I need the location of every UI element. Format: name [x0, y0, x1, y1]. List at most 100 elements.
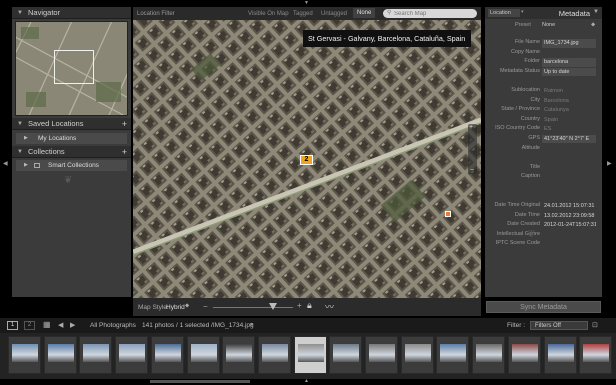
filmstrip-thumbnail[interactable]: [186, 336, 220, 374]
filter-none[interactable]: None: [353, 8, 376, 18]
metadata-value[interactable]: Barcelona: [542, 97, 596, 106]
tracklog-icon[interactable]: 〰: [325, 300, 334, 313]
photo-pin-marker[interactable]: 2: [300, 155, 313, 165]
zoom-in-icon[interactable]: +: [469, 124, 473, 131]
chevron-down-icon[interactable]: ⬥: [185, 303, 189, 310]
lock-icon[interactable]: 🔒︎: [307, 300, 312, 311]
saved-locations-header[interactable]: ▼ Saved Locations +: [12, 118, 131, 130]
preset-select[interactable]: None: [542, 22, 555, 28]
zoom-out-icon[interactable]: −: [470, 167, 474, 174]
filmstrip-thumbnail[interactable]: [329, 336, 363, 374]
metadata-value[interactable]: [542, 145, 596, 154]
filmstrip-thumbnail[interactable]: [150, 336, 184, 374]
filter-lock-icon[interactable]: ⊡: [592, 321, 598, 329]
filmstrip-toolbar: 1 2 ▦ ◀ ▶ All Photographs 141 photos / 1…: [0, 318, 616, 333]
location-dropdown[interactable]: Location: [488, 9, 520, 17]
filmstrip-thumbnail[interactable]: [293, 336, 327, 374]
view-2-button[interactable]: 2: [24, 321, 35, 330]
metadata-header: Location ▾ Metadata ▼: [485, 7, 602, 19]
metadata-value[interactable]: 24.01.2012 15:07:31: [542, 202, 596, 211]
map-search-input[interactable]: [394, 9, 472, 18]
metadata-value[interactable]: IMG_1734.jpg: [542, 39, 596, 48]
metadata-value[interactable]: [542, 49, 596, 58]
chevron-down-icon[interactable]: ▾: [250, 321, 253, 328]
panel-end-ornament-icon: ❦: [527, 229, 536, 240]
add-location-plus-icon[interactable]: +: [122, 118, 127, 130]
filmstrip-thumbnail[interactable]: [400, 336, 434, 374]
map-zoom-control[interactable]: + −: [468, 124, 477, 174]
metadata-value[interactable]: 2012-01-24T15:07:31: [542, 221, 596, 230]
filmstrip-thumbnail[interactable]: [257, 336, 291, 374]
metadata-value[interactable]: 41°23'40" N 2°7' E: [542, 134, 596, 144]
filter-tagged[interactable]: Tagged: [293, 9, 313, 19]
map-view[interactable]: St Gervasi - Galvany, Barcelona, Cataluñ…: [133, 20, 481, 298]
filmstrip-scrollbar[interactable]: [150, 380, 250, 383]
filmstrip-thumbnail[interactable]: [472, 336, 506, 374]
forward-arrow-icon[interactable]: ▶: [70, 321, 75, 329]
filter-label: Filter :: [507, 322, 526, 329]
filmstrip-thumbnail[interactable]: [79, 336, 113, 374]
chevron-down-icon[interactable]: ▾: [521, 9, 524, 15]
zoom-out-icon[interactable]: −: [203, 302, 208, 311]
expand-triangle-icon[interactable]: ▶: [24, 133, 28, 144]
collections-title: Collections: [28, 147, 65, 156]
metadata-value[interactable]: 13.02.2012 23:09:58: [542, 212, 596, 221]
filmstrip-thumbnail[interactable]: [222, 336, 256, 374]
zoom-in-icon[interactable]: +: [297, 301, 302, 310]
metadata-value[interactable]: Up to date: [542, 67, 596, 77]
expand-triangle-icon[interactable]: ▶: [24, 160, 28, 171]
navigator-map-preview[interactable]: [15, 21, 128, 116]
filter-untagged[interactable]: Untagged: [321, 9, 347, 19]
filmstrip-thumbnail[interactable]: [436, 336, 470, 374]
metadata-value[interactable]: ES: [542, 125, 596, 134]
view-1-button[interactable]: 1: [7, 321, 18, 330]
chevron-down-icon[interactable]: ⬥: [591, 22, 595, 29]
map-style-select[interactable]: Hybrid: [166, 304, 185, 311]
filmstrip-thumbnail[interactable]: [365, 336, 398, 374]
metadata-row: Intellectual Genre: [485, 231, 602, 241]
filmstrip-thumbnail[interactable]: [43, 336, 77, 374]
collapse-triangle-icon[interactable]: ▼: [593, 9, 599, 15]
metadata-value[interactable]: [542, 231, 596, 240]
metadata-value[interactable]: [542, 173, 596, 182]
filmstrip-thumbnail[interactable]: [507, 336, 541, 374]
filmstrip[interactable]: [0, 333, 616, 379]
metadata-row: File Name IMG_1734.jpg: [485, 39, 602, 49]
filmstrip-thumbnail[interactable]: [543, 336, 577, 374]
metadata-value[interactable]: [542, 164, 596, 173]
sync-metadata-button[interactable]: Sync Metadata: [486, 301, 601, 313]
metadata-value[interactable]: barcelona: [542, 58, 596, 67]
metadata-value[interactable]: Catalunya: [542, 106, 596, 115]
grid-icon[interactable]: ▦: [43, 320, 51, 329]
left-panel-toggle-icon[interactable]: ◀: [3, 160, 8, 167]
photo-pin-small[interactable]: [445, 211, 451, 217]
collapse-triangle-icon: ▼: [17, 10, 23, 16]
filmstrip-source[interactable]: All Photographs: [90, 322, 136, 329]
navigator-viewport-frame[interactable]: [54, 50, 94, 84]
metadata-value[interactable]: Spain: [542, 116, 596, 125]
thumbnail-image: [369, 344, 395, 362]
filmstrip-thumbnail[interactable]: [579, 336, 613, 374]
metadata-value[interactable]: [542, 240, 596, 249]
metadata-value[interactable]: Raimon: [542, 87, 596, 96]
metadata-label: GPS: [528, 134, 540, 141]
map-search-field[interactable]: ⚲: [383, 9, 477, 18]
zoom-slider-thumb[interactable]: [269, 303, 277, 310]
metadata-row: State / Province Catalunya: [485, 106, 602, 116]
metadata-row: Date Time Original 24.01.2012 15:07:31: [485, 202, 602, 212]
collections-header[interactable]: ▼ Collections +: [12, 146, 131, 158]
right-panel-toggle-icon[interactable]: ▶: [607, 160, 612, 167]
add-collection-plus-icon[interactable]: +: [122, 146, 127, 158]
filter-select[interactable]: Filters Off: [530, 321, 588, 330]
filter-visible-on-map[interactable]: Visible On Map: [248, 9, 289, 19]
metadata-row: Folder barcelona: [485, 58, 602, 68]
navigator-header[interactable]: ▼ Navigator: [12, 7, 131, 19]
zoom-slider[interactable]: [213, 307, 293, 308]
thumbnail-image: [47, 344, 74, 362]
my-locations-item[interactable]: ▶ My Locations: [16, 133, 127, 144]
filmstrip-thumbnail[interactable]: [115, 336, 149, 374]
back-arrow-icon[interactable]: ◀: [58, 321, 63, 329]
filmstrip-thumbnail[interactable]: [8, 336, 41, 374]
smart-collections-item[interactable]: ▶ Smart Collections: [16, 160, 127, 171]
top-panel-toggle-icon[interactable]: ▼: [304, 0, 309, 6]
